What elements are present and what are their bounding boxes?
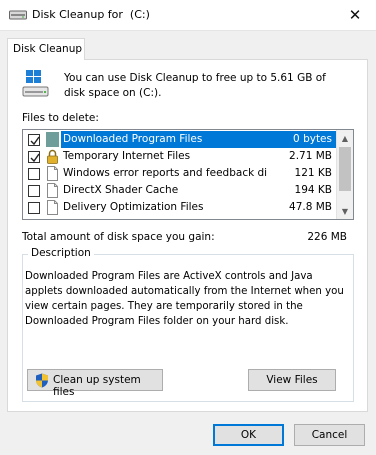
total-space-value: 226 MB (307, 231, 347, 243)
scroll-up-icon[interactable]: ▲ (337, 130, 353, 146)
window-title: Disk Cleanup for (C:) (32, 8, 150, 21)
file-name: Delivery Optimization Files (63, 201, 204, 213)
scroll-down-icon[interactable]: ▼ (337, 203, 353, 219)
close-icon: ✕ (348, 6, 362, 24)
file-name: Temporary Internet Files (63, 150, 191, 162)
title-bar: Disk Cleanup for (C:) ✕ (0, 0, 376, 30)
tab-disk-cleanup[interactable]: Disk Cleanup (7, 38, 85, 60)
checkbox-downloaded-program-files[interactable] (28, 134, 40, 146)
list-item-directx-shader-cache[interactable]: DirectX Shader Cache 194 KB (23, 182, 337, 199)
checkbox-windows-error-reports[interactable] (28, 168, 40, 180)
list-item-windows-error-reports[interactable]: Windows error reports and feedback di...… (23, 165, 337, 182)
files-list-scrollbar[interactable]: ▲ ▼ (336, 130, 353, 219)
disk-cleanup-icon (9, 10, 27, 20)
view-files-button[interactable]: View Files (248, 369, 336, 391)
file-size: 47.8 MB (289, 201, 332, 213)
scrollbar-thumb[interactable] (339, 147, 351, 191)
checkbox-delivery-optimization-files[interactable] (28, 202, 40, 214)
dialog-client-area: Disk Cleanup You can use Disk Cleanup to… (0, 30, 376, 455)
folder-icon (46, 132, 59, 147)
clean-up-system-files-button[interactable]: Clean up system files (27, 369, 163, 398)
files-to-delete-label: Files to delete: (22, 112, 99, 124)
total-space-label: Total amount of disk space you gain: (22, 231, 215, 243)
list-item-downloaded-program-files[interactable]: Downloaded Program Files 0 bytes (23, 131, 337, 148)
file-size: 194 KB (294, 184, 332, 196)
list-item-temporary-internet-files[interactable]: Temporary Internet Files 2.71 MB (23, 148, 337, 165)
file-size: 121 KB (294, 167, 332, 179)
file-name: DirectX Shader Cache (63, 184, 179, 196)
close-button[interactable]: ✕ (340, 3, 370, 27)
lock-icon (47, 149, 58, 164)
uac-shield-icon (36, 373, 48, 388)
document-icon (47, 183, 58, 198)
file-name: Downloaded Program Files (61, 131, 267, 148)
description-legend: Description (28, 247, 94, 259)
file-name: Windows error reports and feedback di... (63, 167, 267, 179)
file-size: 0 bytes (267, 131, 337, 148)
ok-button[interactable]: OK (213, 424, 284, 446)
description-text: Downloaded Program Files are ActiveX con… (25, 271, 344, 327)
drive-icon (22, 70, 49, 97)
document-icon (47, 166, 58, 181)
checkbox-directx-shader-cache[interactable] (28, 185, 40, 197)
tab-panel: You can use Disk Cleanup to free up to 5… (7, 59, 368, 412)
file-size: 2.71 MB (289, 150, 332, 162)
cancel-button[interactable]: Cancel (294, 424, 365, 446)
list-item-delivery-optimization-files[interactable]: Delivery Optimization Files 47.8 MB (23, 199, 337, 216)
checkbox-temporary-internet-files[interactable] (28, 151, 40, 163)
clean-up-system-files-label: Clean up system files (53, 374, 141, 398)
document-icon (47, 200, 58, 215)
intro-text: You can use Disk Cleanup to free up to 5… (64, 72, 326, 99)
files-to-delete-list[interactable]: Downloaded Program Files 0 bytes Tempora… (22, 129, 354, 220)
